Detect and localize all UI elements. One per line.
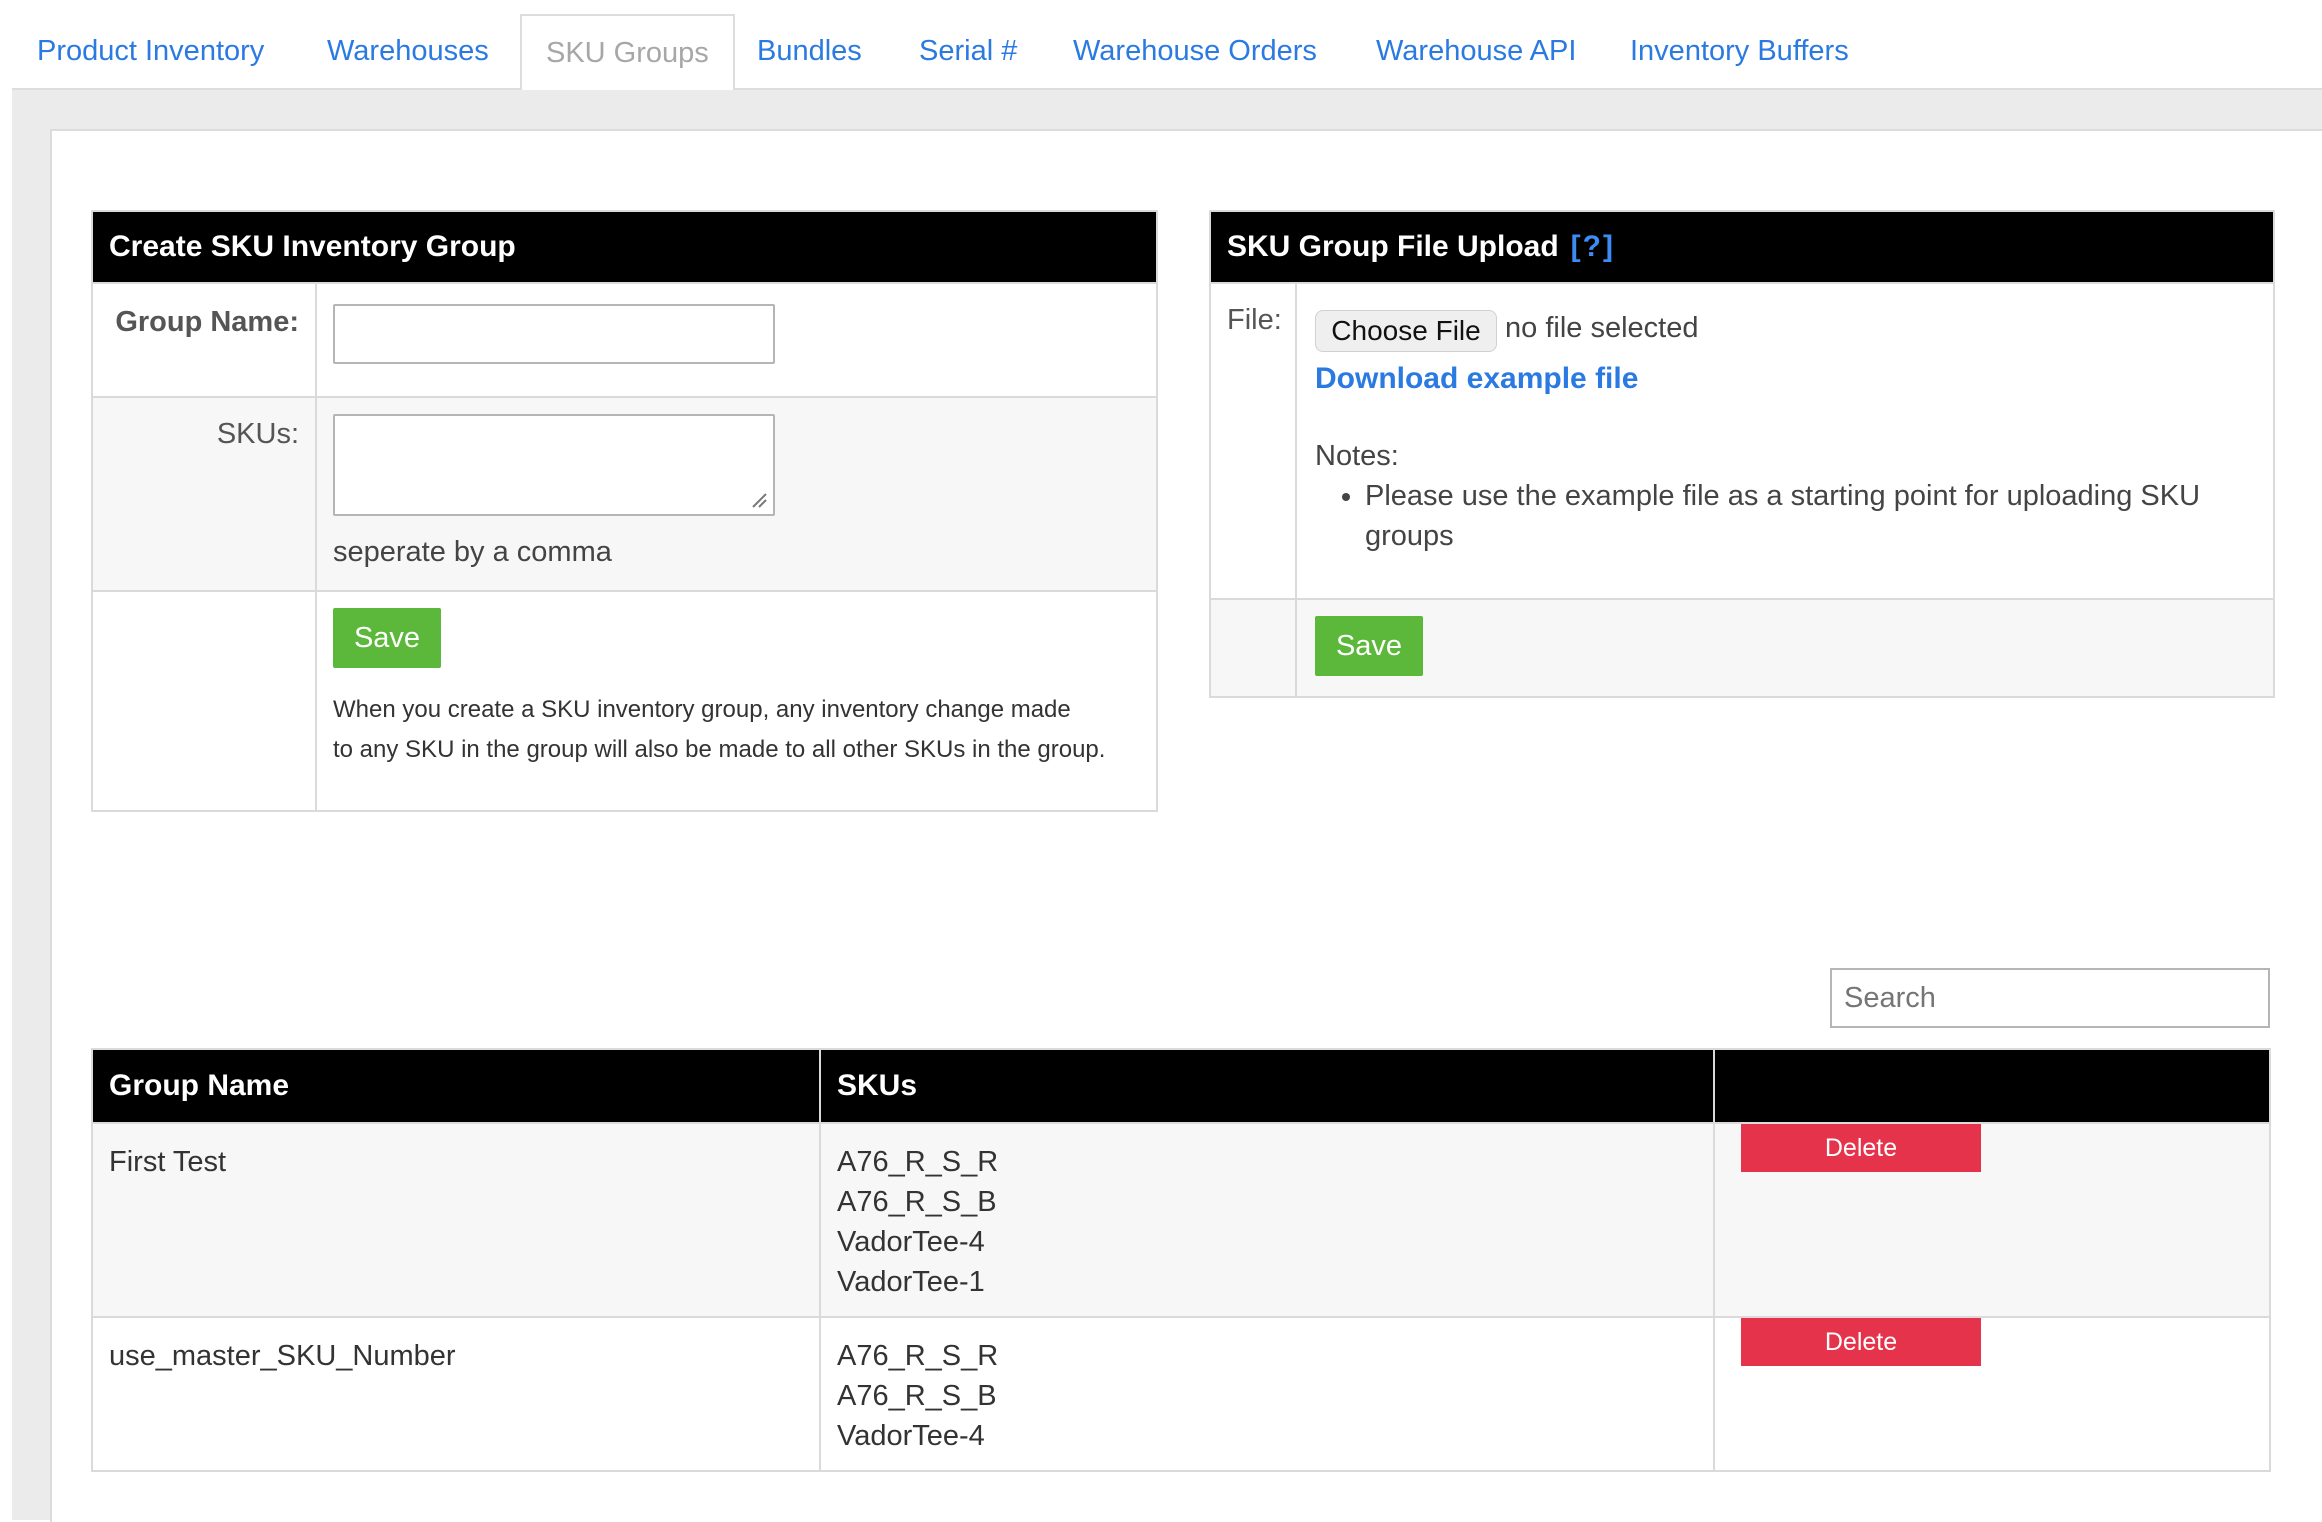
file-upload-form: SKU Group File Upload [?] File: Choose Fi… [1209,210,2275,698]
table-row: First Test A76_R_S_R A76_R_S_B VadorTee-… [93,1122,2269,1316]
file-upload-title: SKU Group File Upload [?] [1211,212,2273,282]
save-upload-button[interactable]: Save [1315,616,1423,676]
group-name-label: Group Name: [115,306,299,338]
tab-bundles[interactable]: Bundles [757,14,862,88]
tab-product-inventory[interactable]: Product Inventory [37,14,264,88]
skus-hint: seperate by a comma [333,536,612,568]
notes-line2: groups [1365,520,1454,552]
group-note-line1: When you create a SKU inventory group, a… [333,696,1071,723]
skus-cell: A76_R_S_R A76_R_S_B VadorTee-4 [819,1318,1713,1472]
download-example-link[interactable]: Download example file [1315,362,1638,396]
group-name-input[interactable] [333,304,775,364]
tab-serial[interactable]: Serial # [919,14,1017,88]
upload-actions-row: Save [1211,598,2273,696]
sku-item: VadorTee-4 [837,1226,985,1258]
tab-warehouse-orders[interactable]: Warehouse Orders [1073,14,1317,88]
skus-cell: A76_R_S_R A76_R_S_B VadorTee-4 VadorTee-… [819,1124,1713,1316]
notes-list: Please use the example file as a startin… [1315,476,2285,556]
actions-cell: Delete [1713,1124,2269,1316]
no-file-text: no file selected [1505,312,1699,344]
delete-button[interactable]: Delete [1741,1318,1981,1366]
table-header: Group Name SKUs [93,1050,2269,1122]
sku-item: A76_R_S_R [837,1146,999,1178]
group-note-line2: to any SKU in the group will also be mad… [333,736,1106,763]
group-name-row: Group Name: [93,282,1156,396]
file-label: File: [1227,304,1282,336]
tab-inventory-buffers[interactable]: Inventory Buffers [1630,14,1849,88]
groups-table: Group Name SKUs First Test A76_R_S_R A76… [91,1048,2271,1472]
skus-row: SKUs: seperate by a comma [93,396,1156,590]
column-header-skus: SKUs [819,1050,1713,1122]
save-group-button[interactable]: Save [333,608,441,668]
create-actions-row: Save When you create a SKU inventory gro… [93,590,1156,810]
column-header-actions [1713,1050,2269,1122]
sku-item: VadorTee-1 [837,1266,985,1298]
group-name-cell: First Test [109,1146,227,1178]
choose-file-button[interactable]: Choose File [1315,310,1497,352]
search-input[interactable] [1830,968,2270,1028]
column-header-group-name: Group Name [109,1069,290,1102]
notes-item: Please use the example file as a startin… [1365,476,2285,556]
group-name-cell: use_master_SKU_Number [109,1340,456,1372]
file-row: File: Choose File no file selected Downl… [1211,282,2273,598]
create-group-form: Create SKU Inventory Group Group Name: S… [91,210,1158,812]
tab-warehouse-api[interactable]: Warehouse API [1376,14,1576,88]
create-group-title: Create SKU Inventory Group [93,212,1156,282]
notes-line1: Please use the example file as a startin… [1365,480,2201,512]
notes-label: Notes: [1315,440,1399,472]
delete-button[interactable]: Delete [1741,1124,1981,1172]
file-upload-title-text: SKU Group File Upload [1227,230,1559,263]
sku-item: A76_R_S_R [837,1340,999,1372]
sku-item: A76_R_S_B [837,1380,997,1412]
sku-item: VadorTee-4 [837,1420,985,1452]
help-link[interactable]: [?] [1571,230,1615,263]
table-row: use_master_SKU_Number A76_R_S_R A76_R_S_… [93,1316,2269,1472]
resize-grip-icon[interactable] [749,490,767,508]
tab-sku-groups[interactable]: SKU Groups [520,14,735,92]
skus-label: SKUs: [216,418,299,450]
tab-bar: Product Inventory Warehouses SKU Groups … [12,0,2322,92]
tab-warehouses[interactable]: Warehouses [327,14,489,88]
skus-textarea[interactable] [333,414,775,516]
sku-item: A76_R_S_B [837,1186,997,1218]
actions-cell: Delete [1713,1318,2269,1472]
